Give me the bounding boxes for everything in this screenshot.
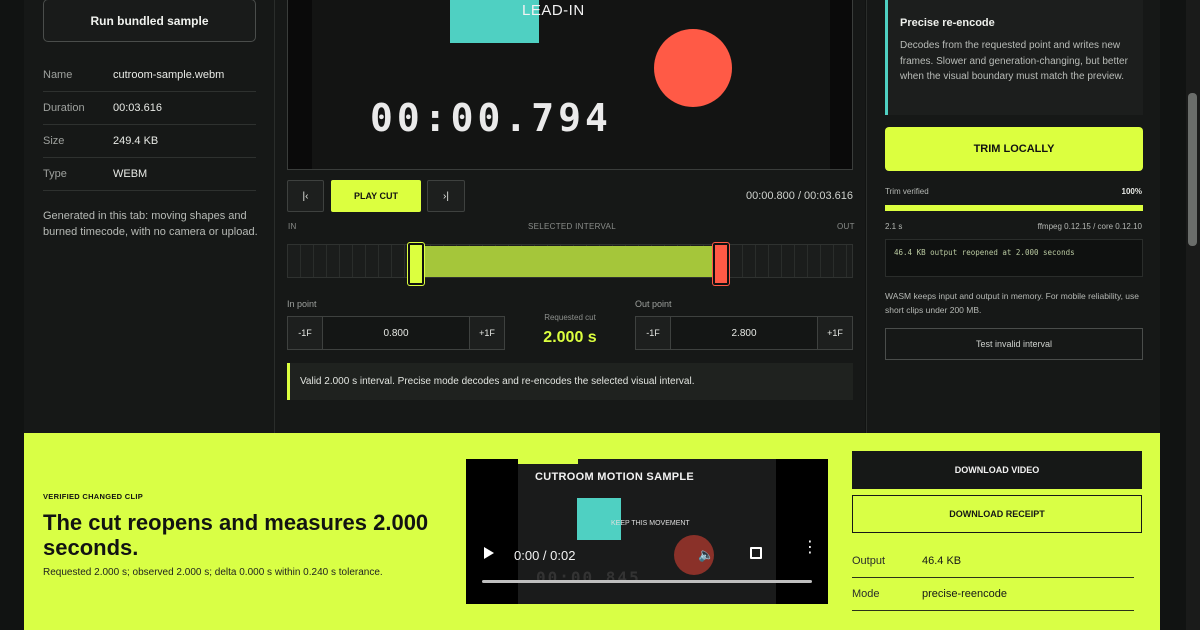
result-headline: The cut reopens and measures 2.000 secon… — [43, 510, 429, 560]
meta-value: 00:03.616 — [113, 102, 162, 114]
playhead-readout: 00:00.800 / 00:03.616 — [745, 190, 853, 202]
result-teal-shape — [577, 498, 621, 540]
result-video-player[interactable]: CUTROOM MOTION SAMPLE KEEP THIS MOVEMENT… — [466, 459, 828, 604]
meta-value: 249.4 KB — [113, 135, 159, 147]
result-summary: Requested 2.000 s; observed 2.000 s; del… — [43, 567, 383, 578]
export-panel: Precise re-encode Decodes from the reque… — [866, 0, 1160, 433]
meta-row-duration: Duration 00:03.616 — [43, 92, 256, 125]
fullscreen-icon[interactable] — [750, 547, 762, 559]
trim-percent: 100% — [1121, 187, 1142, 196]
in-handle[interactable] — [408, 243, 424, 285]
volume-icon[interactable]: 🔈 — [698, 547, 714, 563]
out-minus-frame-button[interactable]: -1F — [635, 316, 671, 350]
output-value: 46.4 KB — [922, 555, 962, 567]
skip-forward-icon: ›| — [443, 190, 449, 202]
in-minus-frame-button[interactable]: -1F — [287, 316, 323, 350]
frame-accent — [518, 459, 578, 464]
result-eyebrow: VERIFIED CHANGED CLIP — [43, 492, 144, 501]
ffmpeg-version: ffmpeg 0.12.15 / core 0.12.10 — [1037, 222, 1142, 231]
video-time: 0:00 / 0:02 — [514, 548, 576, 563]
meta-key: Duration — [43, 102, 85, 114]
meta-row-type: Type WEBM — [43, 158, 256, 191]
in-plus-frame-button[interactable]: +1F — [469, 316, 505, 350]
skip-back-icon: |‹ — [302, 190, 309, 202]
mode-title: Precise re-encode — [900, 17, 995, 29]
trim-progress-fill — [885, 205, 1143, 211]
burned-timecode: 00:00.794 — [370, 96, 612, 140]
wasm-note: WASM keeps input and output in memory. F… — [885, 291, 1140, 315]
app-root: Run bundled sample Name cutroom-sample.w… — [0, 0, 1200, 630]
page-scrollbar[interactable] — [1186, 0, 1200, 630]
play-cut-button[interactable]: PLAY CUT — [331, 180, 421, 212]
red-circle-shape — [654, 29, 732, 107]
output-row-size: Output 46.4 KB — [852, 545, 1134, 578]
mode-description: Decodes from the requested point and wri… — [900, 40, 1128, 82]
generated-note: Generated in this tab: moving shapes and… — [43, 210, 258, 238]
selected-interval-label: SELECTED INTERVAL — [528, 222, 616, 231]
meta-value: cutroom-sample.webm — [113, 69, 225, 81]
in-scale-label: IN — [288, 222, 297, 231]
trim-elapsed: 2.1 s — [885, 222, 903, 231]
selected-range — [416, 246, 726, 277]
source-panel: Run bundled sample Name cutroom-sample.w… — [24, 0, 275, 433]
meta-key: Type — [43, 168, 67, 180]
keep-movement-label: KEEP THIS MOVEMENT — [611, 520, 690, 527]
meta-key: Size — [43, 135, 65, 147]
meta-row-size: Size 249.4 KB — [43, 125, 256, 158]
in-point-label: In point — [287, 299, 317, 309]
out-scale-label: OUT — [837, 222, 855, 231]
out-point-label: Out point — [635, 299, 672, 309]
out-point-input[interactable]: 2.800 — [670, 316, 818, 350]
in-point-input[interactable]: 0.800 — [322, 316, 470, 350]
result-video-title: CUTROOM MOTION SAMPLE — [535, 471, 695, 483]
requested-cut-value: 2.000 s — [543, 329, 597, 346]
result-burned-timecode: 00:00.845 — [536, 568, 641, 587]
trim-progress — [885, 205, 1143, 211]
meta-value: WEBM — [113, 168, 148, 180]
video-seekbar[interactable] — [482, 580, 812, 583]
download-video-button[interactable]: DOWNLOAD VIDEO — [852, 451, 1142, 489]
output-key: Output — [852, 555, 886, 567]
preview-frame: LEAD-IN 00:00.794 — [312, 0, 830, 169]
timeline-track[interactable] — [287, 243, 853, 285]
jump-start-button[interactable]: |‹ — [287, 180, 324, 212]
output-row-mode: Mode precise-reencode — [852, 578, 1134, 611]
output-key: Mode — [852, 588, 880, 600]
page-gutter — [1160, 433, 1186, 630]
jump-end-button[interactable]: ›| — [427, 180, 465, 212]
validation-message: Valid 2.000 s interval. Precise mode dec… — [287, 363, 853, 400]
test-invalid-interval-button[interactable]: Test invalid interval — [885, 328, 1143, 360]
lead-in-label: LEAD-IN — [522, 2, 585, 19]
editor-panel: LEAD-IN 00:00.794 |‹ PLAY CUT ›| 00:00.8… — [275, 0, 865, 433]
trim-verified-label: Trim verified — [885, 187, 929, 196]
scrollbar-thumb[interactable] — [1188, 93, 1197, 246]
output-value: precise-reencode — [922, 588, 1007, 600]
trim-locally-button[interactable]: TRIM LOCALLY — [885, 127, 1143, 171]
trim-log: 46.4 KB output reopened at 2.000 seconds — [885, 239, 1143, 277]
play-icon[interactable] — [484, 547, 494, 559]
more-options-icon[interactable]: ⋮ — [802, 540, 818, 556]
requested-cut-label: Requested cut — [544, 313, 596, 322]
run-sample-button[interactable]: Run bundled sample — [43, 0, 256, 42]
video-preview[interactable]: LEAD-IN 00:00.794 — [287, 0, 853, 170]
mode-card[interactable]: Precise re-encode Decodes from the reque… — [885, 0, 1143, 115]
result-band: VERIFIED CHANGED CLIP The cut reopens an… — [24, 433, 1160, 630]
meta-key: Name — [43, 69, 73, 81]
download-receipt-button[interactable]: DOWNLOAD RECEIPT — [852, 495, 1142, 533]
out-plus-frame-button[interactable]: +1F — [817, 316, 853, 350]
meta-row-name: Name cutroom-sample.webm — [43, 59, 256, 92]
out-handle[interactable] — [713, 243, 729, 285]
